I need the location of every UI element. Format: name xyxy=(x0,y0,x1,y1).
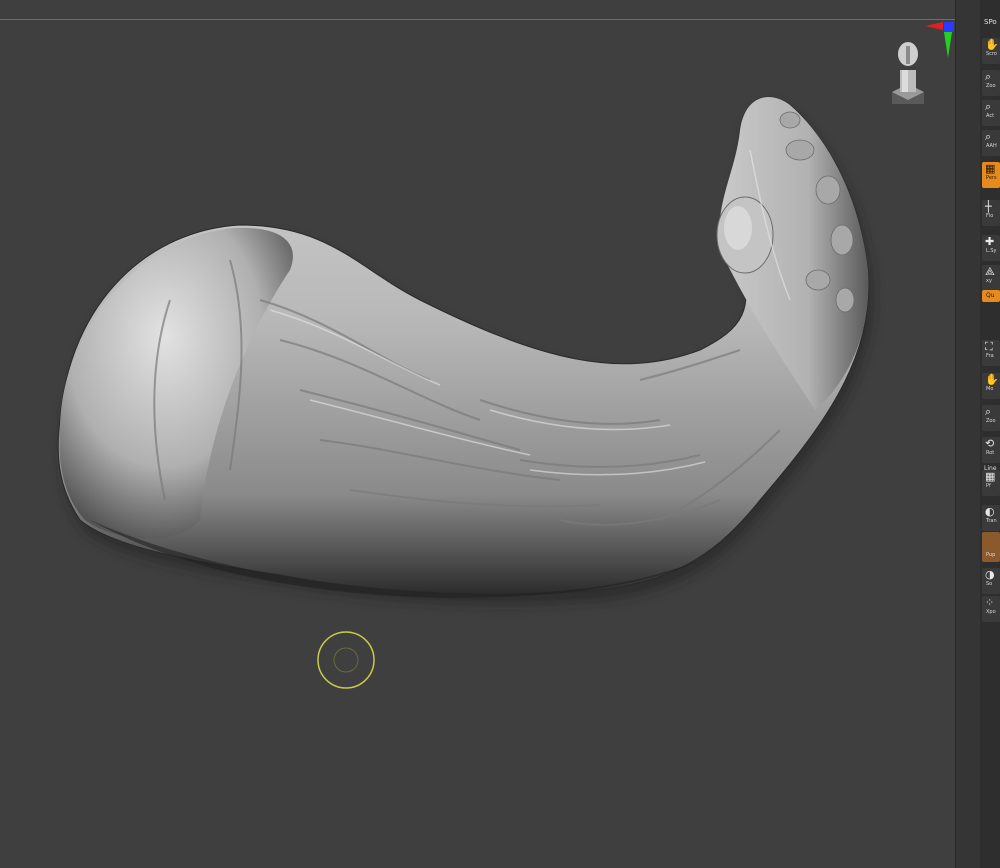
tool-label: L.Sy xyxy=(986,248,997,254)
hand-icon: ✋ xyxy=(985,373,999,386)
tool-floor[interactable]: ┼ Flo xyxy=(982,200,1000,226)
shelf-top-label: SPo xyxy=(984,18,997,26)
tool-polyf[interactable]: ▦ Pf xyxy=(982,470,1000,496)
tool-label: Xpo xyxy=(986,609,996,615)
tool-aahalf[interactable]: ⌕ AAH xyxy=(982,130,1000,156)
brush-label: Pup xyxy=(986,552,996,558)
tool-persp[interactable]: ▦ Pers xyxy=(982,162,1000,188)
quick-label: Qu xyxy=(986,292,995,299)
rotate-icon: ⟲ xyxy=(985,437,995,450)
line-fill-label: Line xyxy=(984,465,997,472)
sculpt-viewport[interactable] xyxy=(0,0,955,868)
symmetry-icon: ✚ xyxy=(985,235,995,248)
tool-xpose[interactable]: ⁘ Xpo xyxy=(982,596,1000,622)
tool-label: Pf xyxy=(986,483,991,489)
tool-label: So xyxy=(986,581,993,587)
tool-solo[interactable]: ◑ So xyxy=(982,568,1000,594)
tool-label: Fra xyxy=(986,353,994,359)
tool-scroll[interactable]: ✋ Scro xyxy=(982,38,1000,64)
solo-icon: ◑ xyxy=(985,568,995,581)
xpose-icon: ⁘ xyxy=(985,596,995,609)
tool-label: Tran xyxy=(986,518,997,524)
right-shelf: SPo ✋ Scro ⌕ Zoo ⌕ Act ⌕ AAH ▦ Pers ┼ Flo ✚ L.Sy ⟁ xy ⛶ F… xyxy=(980,0,1000,868)
tool-label: AAH xyxy=(986,143,997,149)
magnifier-icon: ⌕ xyxy=(985,70,992,83)
tool-label: Flo xyxy=(986,213,994,219)
tool-rotate[interactable]: ⟲ Rot xyxy=(982,437,1000,463)
tool-label: Scro xyxy=(986,51,997,57)
axis-gizmo-icon[interactable] xyxy=(915,16,959,60)
tool-label: xy xyxy=(986,278,992,284)
tool-label: Act xyxy=(986,113,995,119)
panel-divider[interactable] xyxy=(955,0,981,868)
quick-toggle-button[interactable]: Qu xyxy=(982,290,1000,302)
tool-frame[interactable]: ⛶ Fra xyxy=(982,340,1000,366)
frame-icon: ⛶ xyxy=(985,340,993,353)
tool-label: Zoo xyxy=(986,418,996,424)
brush-cursor-icon xyxy=(317,631,375,689)
tool-move[interactable]: ✋ Mo xyxy=(982,373,1000,399)
tool-label: Pers xyxy=(986,175,997,181)
tool-zoom[interactable]: ⌕ Zoo xyxy=(982,70,1000,96)
axis-icon: ⟁ xyxy=(985,265,995,278)
tool-zoom3d[interactable]: ⌕ Zoo xyxy=(982,405,1000,431)
brush-thumbnail-button[interactable]: Pup xyxy=(982,532,1000,562)
tool-label: Mo xyxy=(986,386,994,392)
sculpted-model[interactable] xyxy=(0,0,955,868)
tool-lsym[interactable]: ✚ L.Sy xyxy=(982,235,1000,261)
magnifier-icon: ⌕ xyxy=(985,100,992,113)
floor-icon: ┼ xyxy=(985,200,992,213)
tool-xyz[interactable]: ⟁ xy xyxy=(982,265,1000,291)
magnifier-icon: ⌕ xyxy=(985,405,992,418)
tool-label: Rot xyxy=(986,450,995,456)
tool-transp[interactable]: ◐ Tran xyxy=(982,505,1000,531)
transparency-icon: ◐ xyxy=(985,505,995,518)
magnifier-icon: ⌕ xyxy=(985,130,992,143)
grid-icon: ▦ xyxy=(985,162,996,175)
hand-icon: ✋ xyxy=(985,38,999,51)
tool-actual[interactable]: ⌕ Act xyxy=(982,100,1000,126)
tool-label: Zoo xyxy=(986,83,996,89)
